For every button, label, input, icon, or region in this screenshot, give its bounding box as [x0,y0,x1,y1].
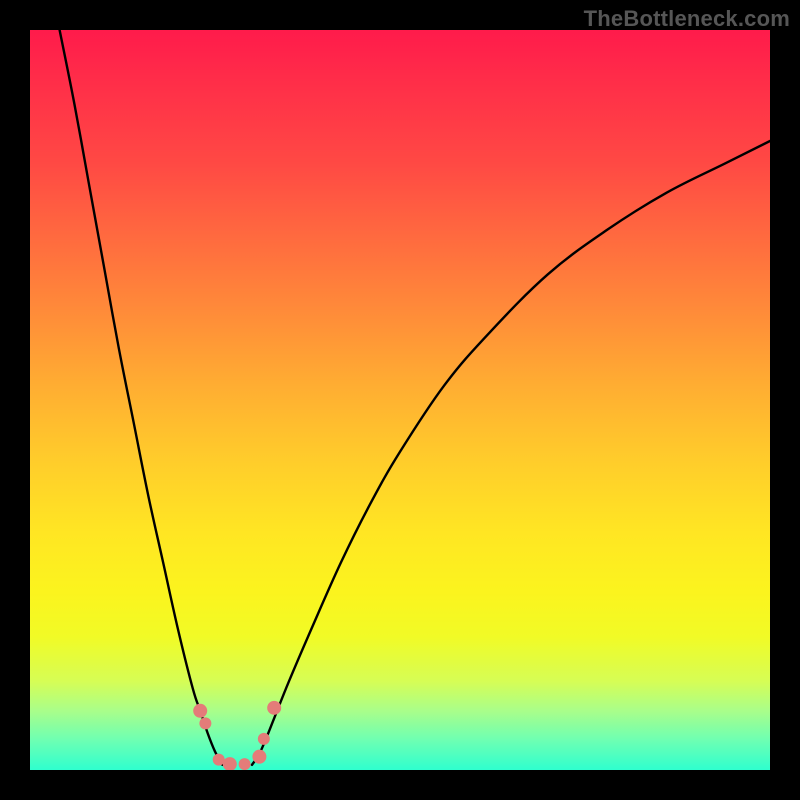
data-point [258,733,270,745]
curve-right-branch [252,141,770,765]
curve-left-branch [60,30,223,765]
curve-layer [30,30,770,770]
chart-frame: TheBottleneck.com [0,0,800,800]
watermark-text: TheBottleneck.com [584,6,790,32]
data-point [199,717,211,729]
data-point-layer [193,701,281,770]
data-point [193,704,207,718]
data-point [267,701,281,715]
data-point [223,757,237,770]
data-point [252,750,266,764]
data-point [239,758,251,770]
plot-area [30,30,770,770]
